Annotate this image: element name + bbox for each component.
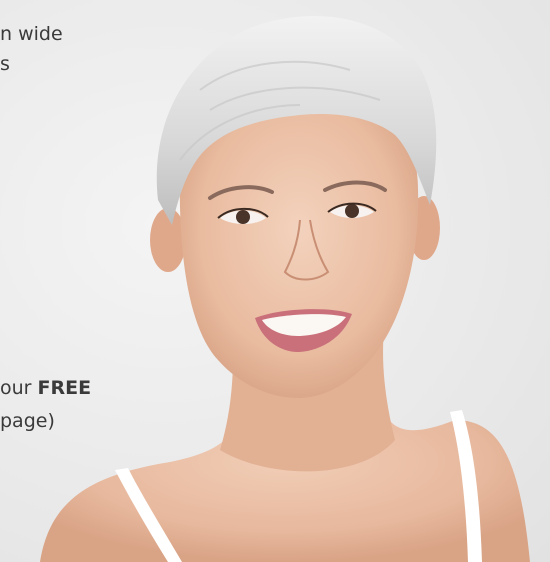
portrait-photo [0, 0, 550, 562]
free-offer-text: our FREE [0, 376, 91, 400]
headline-fragment-2: s [0, 53, 10, 75]
offer-prefix: our [0, 377, 38, 399]
headline-fragment: n wide [0, 23, 63, 45]
free-label: FREE [37, 377, 92, 399]
page-note: page) [0, 410, 55, 432]
woman-portrait-illustration [40, 16, 530, 562]
